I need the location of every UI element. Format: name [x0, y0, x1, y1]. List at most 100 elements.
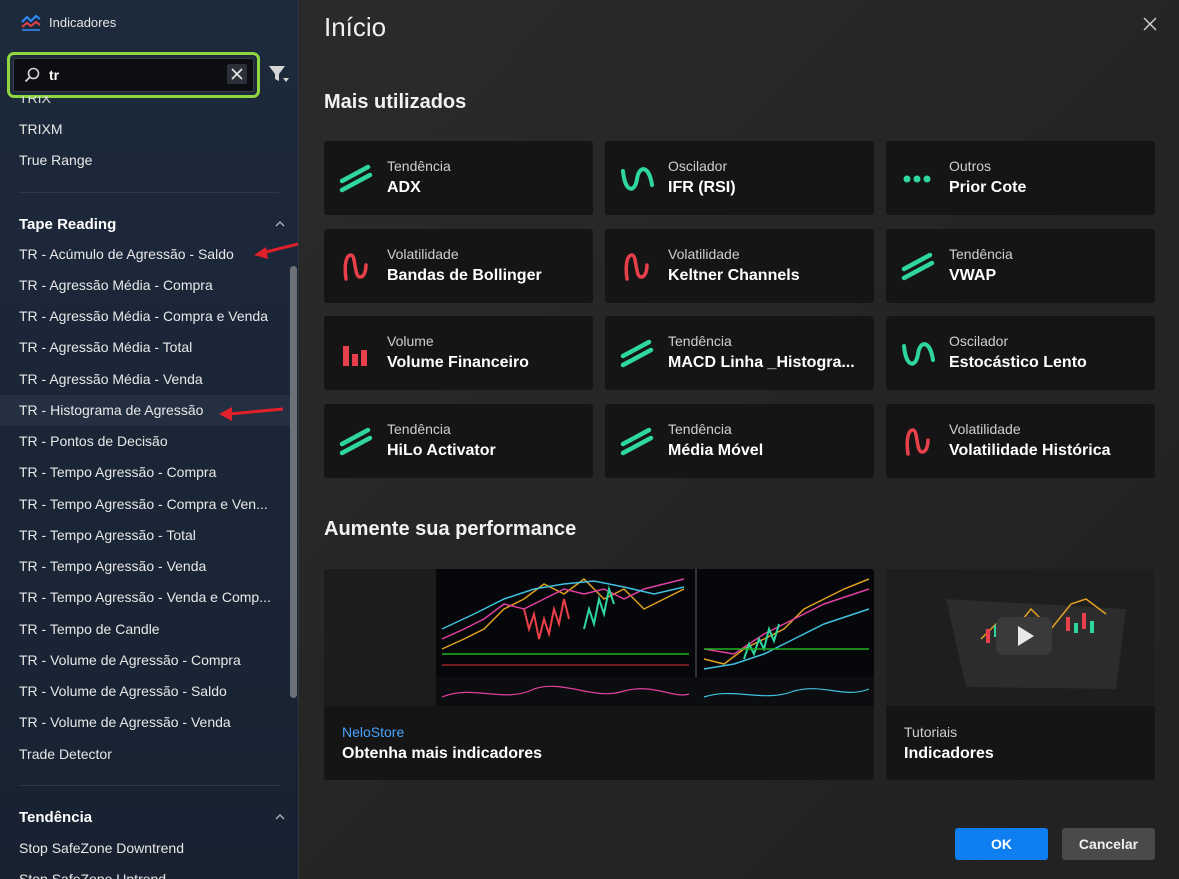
list-item[interactable]: TR - Tempo Agressão - Total — [0, 520, 290, 551]
card-category: Outros — [949, 158, 992, 174]
search-highlight-frame — [7, 52, 260, 98]
group-header-tendencia[interactable]: Tendência — [0, 802, 290, 833]
promo-category: Tutoriais — [904, 724, 958, 740]
cancel-button[interactable]: Cancelar — [1062, 828, 1155, 860]
card-name: Volume Financeiro — [387, 354, 529, 371]
promo-name: Obtenha mais indicadores — [342, 745, 543, 762]
indicator-card-ifr[interactable]: Oscilador IFR (RSI) — [605, 141, 874, 215]
group-title: Tape Reading — [19, 216, 117, 233]
list-item[interactable]: TR - Volume de Agressão - Venda — [0, 707, 290, 738]
promo-card-nelostore[interactable]: NeloStore Obtenha mais indicadores — [324, 569, 874, 780]
indicator-card-macd[interactable]: Tendência MACD Linha _Histogra... — [605, 316, 874, 390]
card-category: Volatilidade — [387, 246, 459, 262]
list-item[interactable]: Stop SafeZone Downtrend — [0, 833, 290, 864]
list-item[interactable]: TR - Agressão Média - Total — [0, 332, 290, 363]
list-item[interactable]: TR - Agressão Média - Venda — [0, 364, 290, 395]
list-item-trixm[interactable]: TRIXM — [0, 114, 290, 145]
list-item[interactable]: TR - Agressão Média - Compra e Venda — [0, 301, 290, 332]
trend-icon — [901, 252, 935, 281]
card-category: Tendência — [387, 158, 451, 174]
annotation-arrow-icon — [219, 407, 284, 421]
volatility-icon — [343, 253, 368, 281]
indicator-card-vwap[interactable]: Tendência VWAP — [886, 229, 1155, 303]
list-item[interactable]: TR - Tempo Agressão - Compra e Ven... — [0, 489, 290, 520]
clear-search-button[interactable] — [227, 64, 247, 84]
annotation-arrow-icon — [254, 242, 298, 259]
volume-icon — [343, 346, 367, 366]
chevron-up-icon — [275, 221, 285, 227]
card-category: Volatilidade — [949, 421, 1021, 437]
trading-chart-thumbnail-icon — [324, 569, 874, 706]
card-name: Keltner Channels — [668, 267, 800, 284]
ok-button[interactable]: OK — [955, 828, 1048, 860]
list-item[interactable]: TR - Agressão Média - Compra — [0, 270, 290, 301]
card-category: Volatilidade — [668, 246, 740, 262]
group-header-tape-reading[interactable]: Tape Reading — [0, 209, 290, 240]
volatility-icon — [905, 428, 930, 456]
card-name: Estocástico Lento — [949, 354, 1087, 371]
list-item-true-range[interactable]: True Range — [0, 145, 290, 176]
card-category: Oscilador — [668, 158, 728, 174]
chart-screenshot-image — [324, 569, 874, 706]
promo-name: Indicadores — [904, 745, 994, 762]
filter-icon[interactable] — [268, 64, 290, 84]
group-title: Tendência — [19, 809, 93, 826]
section-title-performance: Aumente sua performance — [324, 518, 577, 540]
card-category: Tendência — [949, 246, 1013, 262]
card-name: ADX — [387, 179, 421, 196]
window-title: Indicadores — [49, 14, 117, 30]
tutorial-image — [886, 569, 1155, 706]
search-icon — [24, 67, 40, 83]
card-name: HiLo Activator — [387, 442, 496, 459]
list-item[interactable]: TR - Pontos de Decisão — [0, 426, 290, 457]
close-icon — [231, 68, 243, 80]
list-item[interactable]: Stop SafeZone Uptrend — [0, 864, 290, 879]
list-item[interactable]: TR - Tempo Agressão - Compra — [0, 457, 290, 488]
list-scrollbar[interactable] — [290, 266, 297, 698]
list-item[interactable]: TR - Volume de Agressão - Saldo — [0, 676, 290, 707]
indicator-card-adx[interactable]: Tendência ADX — [324, 141, 593, 215]
list-item[interactable]: TR - Tempo Agressão - Venda e Comp... — [0, 582, 290, 613]
indicator-card-keltner[interactable]: Volatilidade Keltner Channels — [605, 229, 874, 303]
trend-icon — [339, 427, 373, 456]
list-item[interactable]: Trade Detector — [0, 739, 290, 770]
card-name: Prior Cote — [949, 179, 1027, 196]
oscillator-icon — [621, 167, 654, 191]
card-name: Média Móvel — [668, 442, 764, 459]
indicator-card-prior-cote[interactable]: Outros Prior Cote — [886, 141, 1155, 215]
video-tutorial-icon — [886, 569, 1155, 706]
home-panel: Início Mais utilizados Tendência ADX Osc… — [300, 0, 1179, 879]
trend-icon — [620, 339, 654, 368]
list-item[interactable]: TR - Acúmulo de Agressão - Saldo — [0, 239, 290, 270]
card-category: Oscilador — [949, 333, 1009, 349]
indicator-card-estocastico[interactable]: Oscilador Estocástico Lento — [886, 316, 1155, 390]
indicator-card-media-movel[interactable]: Tendência Média Móvel — [605, 404, 874, 478]
list-item-trix[interactable]: TRIX — [0, 96, 290, 114]
section-title-most-used: Mais utilizados — [324, 91, 467, 113]
indicator-card-bollinger[interactable]: Volatilidade Bandas de Bollinger — [324, 229, 593, 303]
list-item[interactable]: TR - Volume de Agressão - Compra — [0, 645, 290, 676]
indicator-card-volatilidade-historica[interactable]: Volatilidade Volatilidade Histórica — [886, 404, 1155, 478]
indicator-sidebar: Indicadores TRIX TRIXM True Range Tape R… — [0, 0, 299, 879]
card-name: VWAP — [949, 267, 997, 284]
card-category: Tendência — [668, 421, 732, 437]
indicator-list: TRIX TRIXM True Range Tape Reading TR - … — [0, 96, 290, 879]
close-icon[interactable] — [1140, 14, 1160, 34]
list-item[interactable]: TR - Tempo de Candle — [0, 614, 290, 645]
page-title: Início — [324, 12, 387, 42]
indicator-card-volume-financeiro[interactable]: Volume Volume Financeiro — [324, 316, 593, 390]
promo-category: NeloStore — [342, 724, 405, 740]
trend-icon — [339, 164, 373, 193]
search-input[interactable] — [49, 67, 209, 83]
volatility-icon — [624, 253, 649, 281]
card-name: MACD Linha _Histogra... — [668, 354, 855, 371]
promo-card-tutoriais[interactable]: Tutoriais Indicadores — [886, 569, 1155, 780]
list-item[interactable]: TR - Tempo Agressão - Venda — [0, 551, 290, 582]
chevron-up-icon — [275, 814, 285, 820]
card-category: Tendência — [668, 333, 732, 349]
indicator-card-hilo[interactable]: Tendência HiLo Activator — [324, 404, 593, 478]
dots-icon — [903, 175, 931, 183]
card-category: Tendência — [387, 421, 451, 437]
divider — [19, 192, 279, 193]
window-title-bar: Indicadores — [0, 0, 298, 44]
